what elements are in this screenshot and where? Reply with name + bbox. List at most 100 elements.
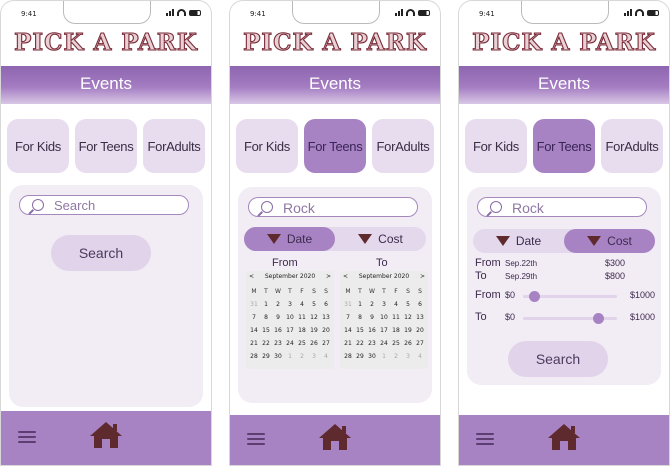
calendar-day[interactable]: 20 xyxy=(320,326,332,336)
calendar-day[interactable]: 23 xyxy=(272,339,284,349)
home-icon[interactable] xyxy=(89,421,123,449)
calendar-day[interactable]: 18 xyxy=(390,326,402,336)
calendar-day[interactable]: 5 xyxy=(308,300,320,310)
calendar-day[interactable]: 10 xyxy=(378,313,390,323)
price-slider-to[interactable]: To $0 $1000 xyxy=(475,311,655,325)
calendar-day[interactable]: 11 xyxy=(296,313,308,323)
from-calendar[interactable]: < September 2020 > M T W T F S S 31 1 2 3 4 5 6 7 8 9 10 1… xyxy=(246,271,334,369)
tab-for-adults[interactable]: ForAdults xyxy=(372,119,434,173)
next-month-icon[interactable]: > xyxy=(326,273,331,280)
cost-filter-button[interactable]: Cost xyxy=(564,229,655,253)
calendar-day[interactable]: 29 xyxy=(260,352,272,362)
calendar-day[interactable]: 9 xyxy=(366,313,378,323)
calendar-day[interactable]: 2 xyxy=(296,352,308,362)
calendar-day[interactable]: 3 xyxy=(284,300,296,310)
calendar-day[interactable]: 21 xyxy=(248,339,260,349)
calendar-day[interactable]: 30 xyxy=(272,352,284,362)
calendar-day[interactable]: 22 xyxy=(354,339,366,349)
calendar-day[interactable]: 6 xyxy=(414,300,426,310)
calendar-day[interactable]: 15 xyxy=(260,326,272,336)
calendar-day[interactable]: 3 xyxy=(402,352,414,362)
calendar-day[interactable]: 28 xyxy=(248,352,260,362)
menu-icon[interactable] xyxy=(247,433,265,445)
tab-for-adults[interactable]: ForAdults xyxy=(143,119,205,173)
calendar-day[interactable]: 23 xyxy=(366,339,378,349)
tab-for-teens[interactable]: For Teens xyxy=(533,119,595,173)
calendar-day[interactable]: 7 xyxy=(248,313,260,323)
calendar-day[interactable]: 19 xyxy=(308,326,320,336)
calendar-day[interactable]: 9 xyxy=(272,313,284,323)
calendar-day[interactable]: 24 xyxy=(378,339,390,349)
calendar-day[interactable]: 13 xyxy=(414,313,426,323)
calendar-day[interactable]: 25 xyxy=(390,339,402,349)
calendar-day[interactable]: 14 xyxy=(248,326,260,336)
calendar-day[interactable]: 16 xyxy=(272,326,284,336)
calendar-day[interactable]: 1 xyxy=(354,300,366,310)
tab-for-teens[interactable]: For Teens xyxy=(304,119,366,173)
menu-icon[interactable] xyxy=(476,433,494,445)
date-filter-button[interactable]: Date xyxy=(244,227,335,251)
calendar-day[interactable]: 3 xyxy=(308,352,320,362)
price-slider-from[interactable]: From $0 $1000 xyxy=(475,289,655,303)
calendar-day[interactable]: 13 xyxy=(320,313,332,323)
date-filter-button[interactable]: Date xyxy=(473,229,564,253)
cost-filter-button[interactable]: Cost xyxy=(335,227,426,251)
calendar-day[interactable]: 31 xyxy=(342,300,354,310)
calendar-day[interactable]: 1 xyxy=(260,300,272,310)
calendar-day[interactable]: 3 xyxy=(378,300,390,310)
calendar-day[interactable]: 12 xyxy=(402,313,414,323)
search-input[interactable]: Rock xyxy=(248,197,418,217)
calendar-day[interactable]: 21 xyxy=(342,339,354,349)
to-calendar[interactable]: < September 2020 > M T W T F S S 31 1 2 3 4 5 6 7 8 9 10 1… xyxy=(340,271,428,369)
calendar-day[interactable]: 26 xyxy=(308,339,320,349)
tab-for-kids[interactable]: For Kids xyxy=(236,119,298,173)
calendar-day[interactable]: 20 xyxy=(414,326,426,336)
calendar-day[interactable]: 6 xyxy=(320,300,332,310)
calendar-day[interactable]: 31 xyxy=(248,300,260,310)
menu-icon[interactable] xyxy=(18,431,36,443)
calendar-day[interactable]: 8 xyxy=(354,313,366,323)
calendar-day[interactable]: 27 xyxy=(414,339,426,349)
slider-track[interactable] xyxy=(523,291,617,302)
calendar-day[interactable]: 26 xyxy=(402,339,414,349)
calendar-day[interactable]: 4 xyxy=(414,352,426,362)
calendar-day[interactable]: 29 xyxy=(354,352,366,362)
prev-month-icon[interactable]: < xyxy=(249,273,254,280)
calendar-day[interactable]: 24 xyxy=(284,339,296,349)
tab-for-kids[interactable]: For Kids xyxy=(7,119,69,173)
calendar-day[interactable]: 1 xyxy=(284,352,296,362)
search-button[interactable]: Search xyxy=(508,341,608,377)
next-month-icon[interactable]: > xyxy=(420,273,425,280)
calendar-day[interactable]: 7 xyxy=(342,313,354,323)
home-icon[interactable] xyxy=(318,423,352,451)
calendar-day[interactable]: 8 xyxy=(260,313,272,323)
tab-for-kids[interactable]: For Kids xyxy=(465,119,527,173)
calendar-day[interactable]: 10 xyxy=(284,313,296,323)
calendar-day[interactable]: 22 xyxy=(260,339,272,349)
search-input[interactable]: Search xyxy=(19,195,189,215)
calendar-day[interactable]: 2 xyxy=(366,300,378,310)
prev-month-icon[interactable]: < xyxy=(343,273,348,280)
calendar-day[interactable]: 17 xyxy=(378,326,390,336)
calendar-day[interactable]: 27 xyxy=(320,339,332,349)
calendar-day[interactable]: 19 xyxy=(402,326,414,336)
calendar-day[interactable]: 15 xyxy=(354,326,366,336)
calendar-day[interactable]: 12 xyxy=(308,313,320,323)
calendar-day[interactable]: 16 xyxy=(366,326,378,336)
calendar-day[interactable]: 4 xyxy=(390,300,402,310)
slider-track[interactable] xyxy=(523,313,617,324)
calendar-day[interactable]: 4 xyxy=(320,352,332,362)
calendar-day[interactable]: 2 xyxy=(390,352,402,362)
tab-for-adults[interactable]: ForAdults xyxy=(601,119,663,173)
calendar-day[interactable]: 11 xyxy=(390,313,402,323)
calendar-day[interactable]: 14 xyxy=(342,326,354,336)
calendar-day[interactable]: 17 xyxy=(284,326,296,336)
home-icon[interactable] xyxy=(547,423,581,451)
calendar-day[interactable]: 1 xyxy=(378,352,390,362)
search-button[interactable]: Search xyxy=(51,235,151,271)
slider-thumb[interactable] xyxy=(529,291,541,302)
calendar-day[interactable]: 2 xyxy=(272,300,284,310)
slider-thumb[interactable] xyxy=(593,313,605,324)
calendar-day[interactable]: 18 xyxy=(296,326,308,336)
tab-for-teens[interactable]: For Teens xyxy=(75,119,137,173)
